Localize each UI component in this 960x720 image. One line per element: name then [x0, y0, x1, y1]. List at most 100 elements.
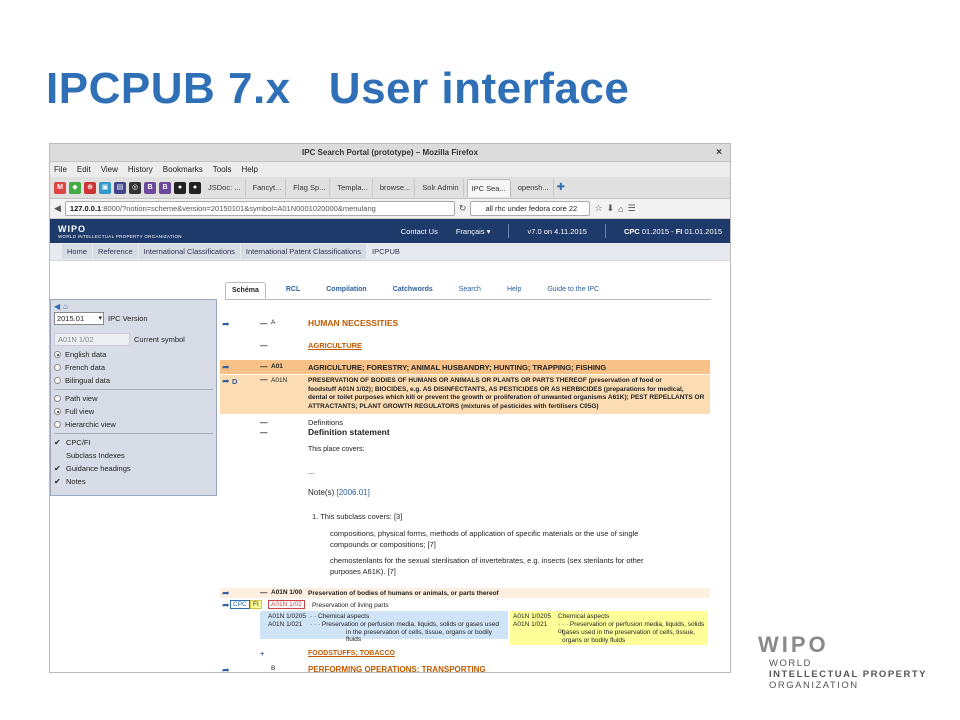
goto-arrow-icon[interactable]: ➦ — [222, 376, 230, 387]
tab-guide[interactable]: Guide to the IPC — [541, 282, 605, 299]
breadcrumb: Home Reference International Classificat… — [50, 243, 730, 261]
full-view-radio[interactable] — [54, 408, 61, 415]
bilingual-data-label: Bilingual data — [65, 376, 111, 385]
tab-browse[interactable]: browse... — [376, 178, 416, 197]
menu-bookmarks[interactable]: Bookmarks — [163, 165, 203, 174]
scheme-row-foodstuffs[interactable]: + FOODSTUFFS; TOBACCO — [220, 649, 710, 659]
tab-rcl[interactable]: RCL — [280, 282, 306, 299]
collapse-icon[interactable]: ◀ — [54, 302, 60, 311]
menu-view[interactable]: View — [101, 165, 118, 174]
ipc-version-select[interactable]: 2015.01 — [54, 312, 104, 325]
tab-flag[interactable]: Flag Sp... — [289, 178, 331, 197]
bookmark-icon[interactable]: ◎ — [129, 181, 141, 194]
contact-link[interactable]: Contact Us — [401, 227, 438, 236]
menu-tools[interactable]: Tools — [213, 165, 232, 174]
bookmark-icon[interactable]: ▤ — [114, 181, 126, 194]
scheme-row-a[interactable]: ➦ — A HUMAN NECESSITIES — [220, 319, 710, 331]
bookmark-icon[interactable]: ◆ — [69, 181, 81, 194]
scheme-row-b[interactable]: ➦ B PERFORMING OPERATIONS; TRANSPORTING — [220, 665, 710, 672]
guidance-headings-checkbox[interactable]: ✔ — [54, 464, 62, 473]
bilingual-data-radio[interactable] — [54, 377, 61, 384]
definitions-row[interactable]: — Definitions — [220, 418, 710, 428]
back-icon[interactable]: ◀ — [54, 203, 61, 214]
download-icon[interactable]: ⬇ — [607, 203, 615, 214]
breadcrumb-reference[interactable]: Reference — [93, 244, 138, 259]
collapse-dash-icon[interactable]: — — [260, 375, 268, 384]
menu-edit[interactable]: Edit — [77, 165, 91, 174]
bookmark-icon[interactable]: ⊕ — [84, 181, 96, 194]
collapse-dash-icon[interactable]: — — [260, 362, 268, 371]
home-icon[interactable]: ⌂ — [63, 302, 68, 311]
breadcrumb-ipc[interactable]: International Patent Classifications — [240, 244, 366, 259]
english-data-radio[interactable] — [54, 351, 61, 358]
breadcrumb-intl-classifications[interactable]: International Classifications — [138, 244, 240, 259]
fi-tag[interactable]: FI — [250, 600, 262, 609]
scheme-row-a01n-1-00[interactable]: ➦ — A01N 1/00 Preservation of bodies of … — [220, 588, 710, 598]
ipc-version-label: IPC Version — [108, 314, 148, 323]
github-icon[interactable]: ● — [189, 181, 201, 194]
goto-arrow-icon[interactable]: ➦ — [222, 588, 230, 599]
tab-jsdoc[interactable]: JSDoc: ... — [204, 178, 246, 197]
scheme-row-a01n[interactable]: ➦ D — A01N PRESERVATION OF BODIES OF HUM… — [220, 375, 710, 414]
collapse-dash-icon[interactable]: — — [260, 418, 268, 427]
collapse-dash-icon[interactable]: — — [260, 428, 268, 437]
wipo-header-logo[interactable]: WIPO WORLD INTELLECTUAL PROPERTY ORGANIZA… — [58, 224, 182, 239]
definition-statement-row[interactable]: — Definition statement — [220, 428, 710, 438]
menu-help[interactable]: Help — [241, 165, 257, 174]
tab-ipc-search[interactable]: IPC Sea... — [466, 178, 511, 197]
collapse-dash-icon[interactable]: — — [260, 341, 268, 350]
symbol-code: A — [271, 319, 276, 326]
github-icon[interactable]: ● — [174, 181, 186, 194]
expand-plus-icon[interactable]: + — [260, 649, 264, 658]
url-input[interactable]: 127.0.0.1:8000/?notion=scheme&version=20… — [64, 201, 455, 216]
tab-openshift[interactable]: opensh... — [514, 178, 554, 197]
bookmark-icon[interactable]: ▣ — [99, 181, 111, 194]
group-title: Preservation of bodies of humans or anim… — [308, 590, 499, 597]
subclass-title-line: ATTRACTANTS; PLANT GROWTH REGULATORS (mi… — [308, 402, 599, 410]
goto-arrow-icon[interactable]: ➦ — [222, 362, 230, 373]
tab-compilation[interactable]: Compilation — [320, 282, 372, 299]
language-select[interactable]: Français ▾ — [456, 227, 491, 236]
hierarchic-view-radio[interactable] — [54, 421, 61, 428]
close-icon[interactable]: × — [716, 144, 722, 162]
symbol-code: A01 — [271, 363, 283, 370]
scheme-row-a01[interactable]: ➦ — A01 AGRICULTURE; FORESTRY; ANIMAL HU… — [220, 360, 710, 374]
reload-icon[interactable]: ↻ — [459, 203, 467, 214]
star-icon[interactable]: ☆ — [594, 203, 602, 214]
notes-checkbox[interactable]: ✔ — [54, 477, 62, 486]
bookmark-icon[interactable]: B — [159, 181, 171, 194]
menu-file[interactable]: File — [54, 165, 67, 174]
menu-history[interactable]: History — [128, 165, 153, 174]
tab-solr[interactable]: Solr Admin — [418, 178, 464, 197]
french-data-radio[interactable] — [54, 364, 61, 371]
bookmark-icon[interactable]: B — [144, 181, 156, 194]
notes-reference[interactable]: [2006.01] — [336, 488, 369, 497]
breadcrumb-home[interactable]: Home — [62, 244, 93, 259]
collapse-dash-icon[interactable]: — — [260, 588, 268, 597]
fi-text: organs or bodily fluids — [562, 637, 626, 644]
tab-search[interactable]: Search — [453, 282, 487, 299]
english-data-label: English data — [65, 350, 107, 359]
tab-catchwords[interactable]: Catchwords — [387, 282, 439, 299]
goto-arrow-icon[interactable]: ➦ — [222, 665, 230, 672]
definition-marker[interactable]: D — [232, 377, 237, 386]
collapse-dash-icon[interactable]: — — [260, 319, 268, 328]
search-input[interactable]: all rhc under fedora core 22 — [470, 201, 591, 216]
path-view-radio[interactable] — [54, 395, 61, 402]
gmail-icon[interactable]: M — [54, 181, 66, 194]
wipo-header-logo-sub: WORLD INTELLECTUAL PROPERTY ORGANIZATION — [58, 233, 182, 239]
tab-schema[interactable]: Schéma — [225, 282, 266, 299]
cpc-tag[interactable]: CPC — [230, 600, 250, 609]
tab-fancytree[interactable]: Fancyt... — [249, 178, 287, 197]
menu-icon[interactable]: ☰ — [628, 203, 636, 214]
goto-arrow-icon[interactable]: ➦ — [222, 600, 230, 611]
new-tab-icon[interactable]: ✚ — [557, 182, 565, 193]
goto-arrow-icon[interactable]: ➦ — [222, 319, 230, 330]
current-symbol-input[interactable]: A01N 1/02 — [54, 333, 130, 346]
cpc-fi-checkbox[interactable]: ✔ — [54, 438, 62, 447]
scheme-row-a01n-1-02[interactable]: ➦ CPC FI A01N 1/02 · Preservation of liv… — [220, 600, 710, 610]
tab-templates[interactable]: Templa... — [333, 178, 373, 197]
home-icon[interactable]: ⌂ — [618, 204, 623, 214]
tab-help[interactable]: Help — [501, 282, 527, 299]
scheme-row-agriculture[interactable]: — AGRICULTURE — [220, 341, 710, 353]
